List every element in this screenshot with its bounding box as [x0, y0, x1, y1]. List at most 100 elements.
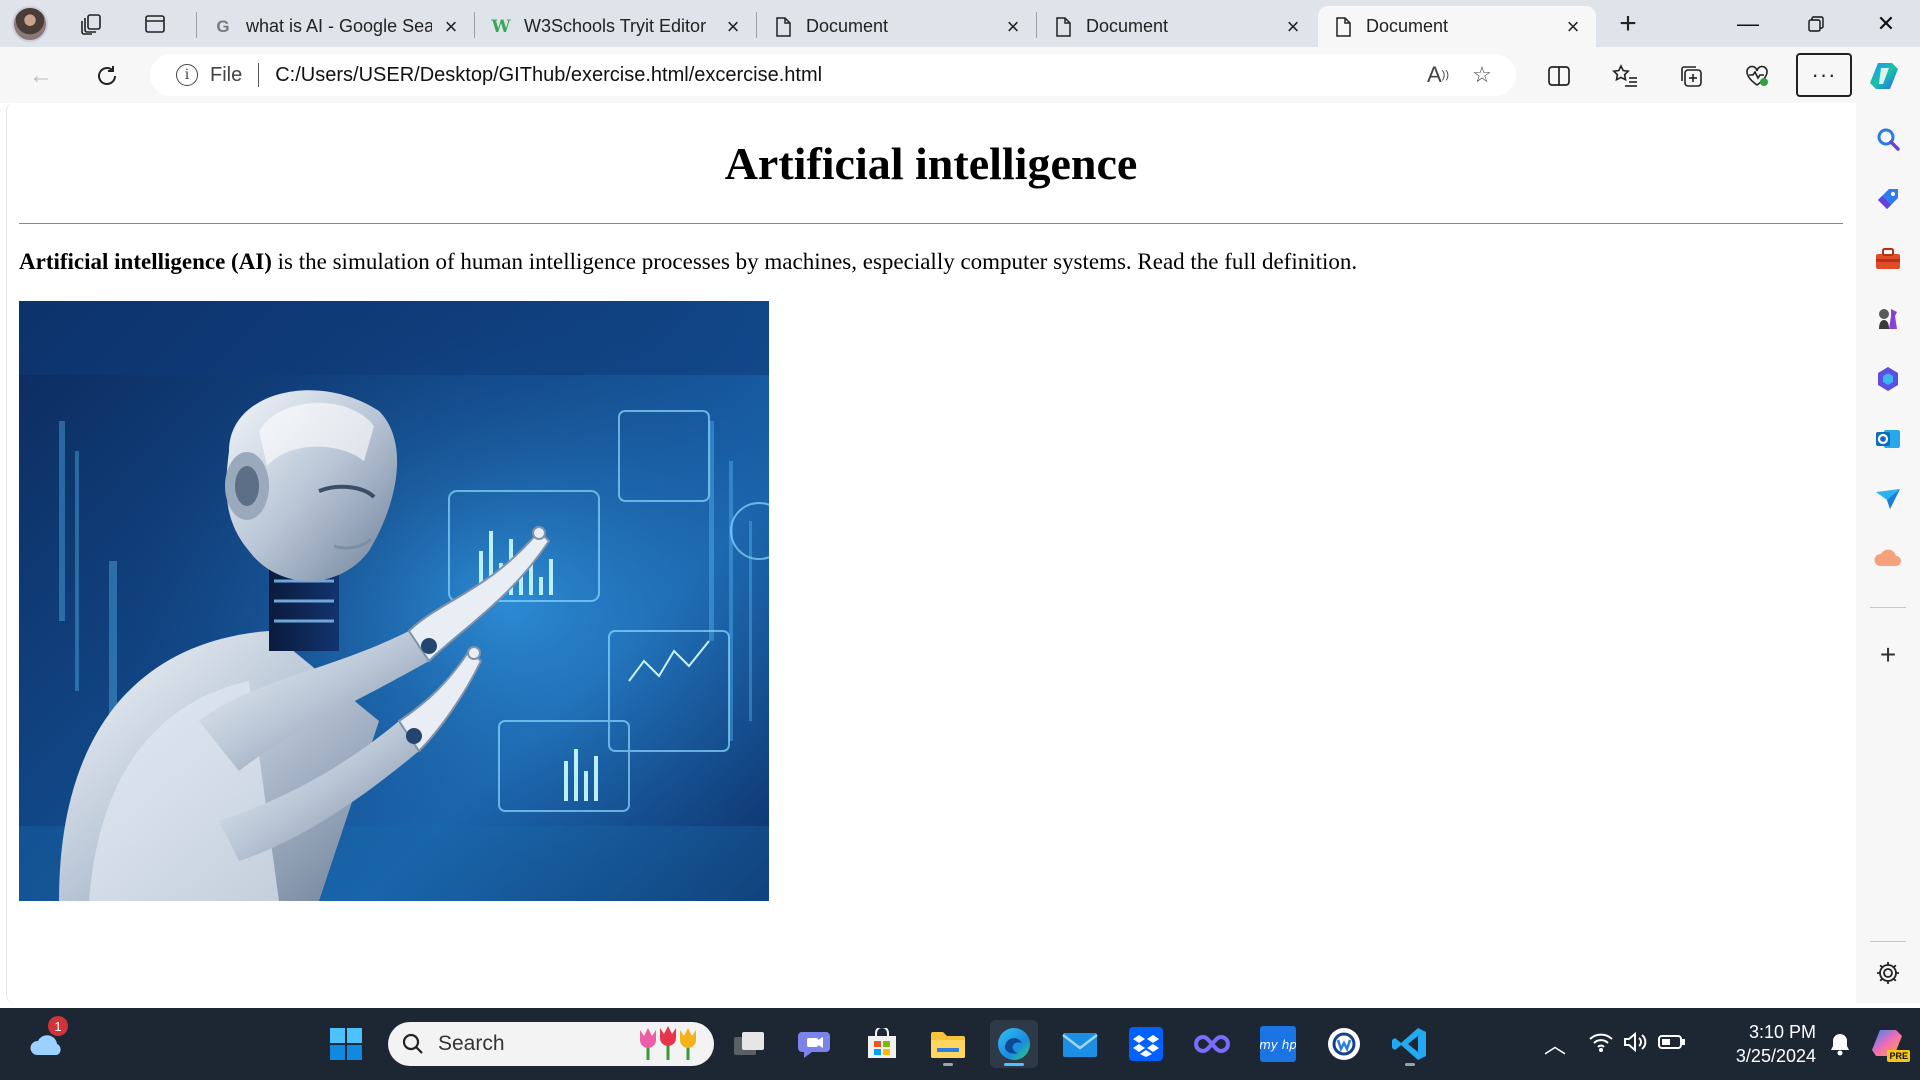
intro-paragraph: Artificial intelligence (AI) is the simu…: [19, 249, 1357, 275]
wifi-icon[interactable]: [1588, 1032, 1614, 1057]
chevron-up-icon[interactable]: ︿: [1540, 1028, 1570, 1060]
clock-date: 3/25/2024: [1735, 1046, 1816, 1066]
myhp-icon: my hp: [1260, 1026, 1296, 1062]
taskbar-mail[interactable]: [1056, 1020, 1104, 1068]
m365-icon: [1878, 367, 1898, 391]
sidebar-add-button[interactable]: +: [1866, 633, 1910, 677]
app-w-icon: [1328, 1028, 1360, 1060]
sidebar-games-button[interactable]: [1866, 297, 1910, 341]
tab-separator: [196, 12, 197, 38]
favorite-star-icon[interactable]: ☆: [1460, 54, 1504, 96]
read-aloud-icon[interactable]: A)): [1416, 54, 1460, 96]
sidebar-drop-button[interactable]: [1866, 477, 1910, 521]
taskbar-file-explorer[interactable]: [924, 1020, 972, 1068]
mail-icon: [1062, 1033, 1098, 1057]
intro-bold-term: Artificial intelligence (AI): [19, 249, 272, 274]
close-icon: ✕: [1876, 10, 1896, 36]
tab-document-3-active[interactable]: Document ×: [1318, 6, 1596, 47]
taskbar-search[interactable]: Search: [388, 1022, 714, 1066]
battery-icon[interactable]: [1658, 1033, 1686, 1056]
sidebar-outlook-button[interactable]: [1866, 417, 1910, 461]
sidebar-search-button[interactable]: [1866, 117, 1910, 161]
taskbar-task-view[interactable]: [726, 1020, 774, 1068]
back-button[interactable]: ←: [20, 55, 62, 97]
address-bar[interactable]: i File C:/Users/USER/Desktop/GIThub/exer…: [150, 54, 1516, 96]
windows-logo-icon: [330, 1028, 362, 1060]
refresh-button[interactable]: [86, 55, 128, 97]
minimize-button[interactable]: —: [1714, 0, 1782, 47]
close-window-button[interactable]: ✕: [1852, 0, 1920, 47]
taskbar-teams-chat[interactable]: [792, 1020, 840, 1068]
clock[interactable]: 3:10 PM 3/25/2024: [1702, 1020, 1816, 1068]
outlook-icon: [1876, 430, 1900, 448]
tab-title: what is AI - Google Sea: [246, 16, 432, 36]
volume-icon[interactable]: [1622, 1031, 1648, 1058]
settings-more-button[interactable]: ···: [1796, 53, 1852, 97]
collections-icon: [1681, 66, 1702, 87]
vertical-tabs-icon: [145, 15, 165, 33]
taskbar-vscode[interactable]: [1386, 1020, 1434, 1068]
taskbar-dropbox[interactable]: [1122, 1020, 1170, 1068]
plus-icon: +: [1619, 7, 1637, 40]
infinity-icon: [1194, 1034, 1230, 1054]
scheme-label: File: [210, 63, 243, 86]
close-icon[interactable]: ×: [722, 14, 744, 39]
minimize-icon: —: [1737, 10, 1759, 36]
taskbar-store[interactable]: [858, 1020, 906, 1068]
windows-taskbar: 1 Search my hp ︿ 3:10 PM 3/25/2024 PRE: [0, 1008, 1920, 1080]
split-screen-button[interactable]: [1538, 55, 1580, 97]
tab-w3schools[interactable]: W W3Schools Tryit Editor ×: [476, 6, 756, 47]
browser-essentials-button[interactable]: [1736, 55, 1778, 97]
sidebar-divider: [1870, 607, 1906, 608]
search-placeholder: Search: [438, 1032, 505, 1055]
sidebar-cloud-button[interactable]: [1866, 537, 1910, 581]
site-info-icon[interactable]: i: [176, 64, 198, 86]
url-text[interactable]: C:/Users/USER/Desktop/GIThub/exercise.ht…: [275, 64, 1416, 87]
edge-icon: [998, 1028, 1030, 1060]
collections-button[interactable]: [1670, 55, 1712, 97]
more-dots-icon: ···: [1811, 62, 1837, 87]
restore-button[interactable]: [1782, 0, 1850, 47]
sidebar-tools-button[interactable]: [1866, 237, 1910, 281]
browser-toolbar: ← i File C:/Users/USER/Desktop/GIThub/ex…: [0, 47, 1920, 103]
favorites-list-icon: [1612, 64, 1637, 87]
weather-widget[interactable]: 1: [24, 1016, 72, 1068]
tab-document-2[interactable]: Document ×: [1038, 6, 1316, 47]
close-icon[interactable]: ×: [1002, 14, 1024, 39]
tab-title: W3Schools Tryit Editor: [524, 16, 707, 36]
start-button[interactable]: [322, 1020, 370, 1068]
sidebar-settings-button[interactable]: [1866, 951, 1910, 995]
sidebar-shopping-button[interactable]: [1866, 177, 1910, 221]
search-icon: [402, 1033, 423, 1054]
tab-actions-button[interactable]: [137, 6, 173, 42]
taskbar-copilot[interactable]: PRE: [1864, 1020, 1912, 1068]
copilot-button[interactable]: [1864, 55, 1906, 97]
profile-avatar[interactable]: [12, 6, 48, 42]
split-screen-icon: [1548, 66, 1570, 86]
document-icon: [1332, 16, 1354, 38]
close-icon[interactable]: ×: [440, 14, 462, 39]
taskbar-infinity-app[interactable]: [1188, 1020, 1236, 1068]
bell-icon: [1831, 1034, 1849, 1056]
back-arrow-icon: ←: [29, 62, 53, 89]
workspaces-button[interactable]: [74, 6, 110, 42]
notifications-button[interactable]: [1822, 1020, 1858, 1068]
copilot-icon: [1870, 63, 1898, 89]
tag-icon: [1878, 189, 1898, 209]
close-icon[interactable]: ×: [1282, 14, 1304, 39]
tab-separator: [1036, 12, 1037, 38]
cloud-icon: [1874, 549, 1901, 566]
sidebar-m365-button[interactable]: [1866, 357, 1910, 401]
google-g-icon: G: [216, 16, 230, 36]
tab-title: Document: [806, 16, 889, 36]
taskbar-myhp[interactable]: my hp: [1254, 1020, 1302, 1068]
taskbar-app-circle[interactable]: [1320, 1020, 1368, 1068]
tab-document-1[interactable]: Document ×: [758, 6, 1036, 47]
robot-illustration: [19, 301, 769, 901]
tab-google-search[interactable]: G what is AI - Google Sea ×: [198, 6, 474, 47]
heart-pulse-icon: [1746, 65, 1768, 86]
close-icon[interactable]: ×: [1562, 14, 1584, 39]
new-tab-button[interactable]: +: [1610, 6, 1646, 42]
taskbar-edge[interactable]: [990, 1020, 1038, 1068]
favorites-button[interactable]: [1604, 55, 1646, 97]
